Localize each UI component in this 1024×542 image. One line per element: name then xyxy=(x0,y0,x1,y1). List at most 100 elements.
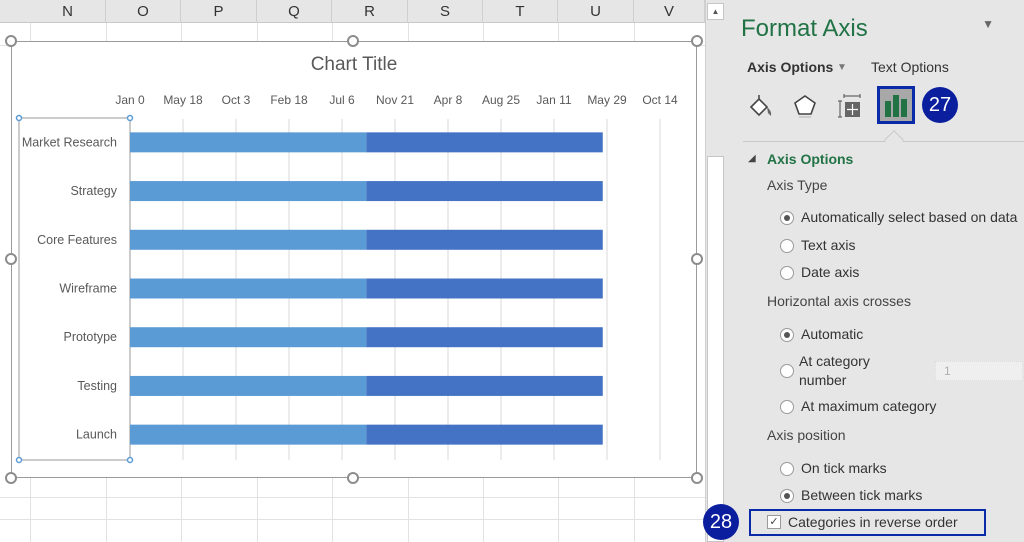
radio-label: Between tick marks xyxy=(801,487,923,503)
checkbox[interactable]: ✓ xyxy=(767,515,781,529)
size-properties-icon[interactable] xyxy=(832,88,868,124)
divider xyxy=(743,141,1024,142)
bar-series-2 xyxy=(366,181,603,202)
x-tick-label: Apr 8 xyxy=(434,93,463,107)
column-header-v[interactable]: V xyxy=(634,0,705,23)
bar-series-2 xyxy=(366,278,603,299)
radio-between-tick-marks[interactable]: Between tick marks xyxy=(780,487,922,503)
resize-handle[interactable] xyxy=(5,472,17,484)
effects-icon[interactable] xyxy=(787,88,823,124)
x-tick-label: Aug 25 xyxy=(482,93,520,107)
resize-handle[interactable] xyxy=(5,35,17,47)
category-label: Market Research xyxy=(22,135,117,149)
selected-tab-pointer xyxy=(884,130,904,150)
radio-label: On tick marks xyxy=(801,460,887,476)
gantt-chart[interactable]: Chart Title Jan 0 May 18 Oct 3 Feb 18 Jul 6N… xyxy=(11,41,697,478)
pane-title: Format Axis xyxy=(741,15,868,42)
x-tick-label: Nov 21 xyxy=(376,93,414,107)
radio-crosses-max-category[interactable]: At maximum category xyxy=(780,398,936,414)
radio-button[interactable] xyxy=(780,239,794,253)
spreadsheet-grid[interactable]: N O P Q R S T U V Chart Title Jan 0 May 1… xyxy=(0,0,705,542)
radio-label: Date axis xyxy=(801,264,860,280)
axis-selection-handle xyxy=(15,456,23,464)
radio-button[interactable] xyxy=(780,328,794,342)
step-badge: 28 xyxy=(703,504,739,540)
axis-selection-handle xyxy=(126,114,134,122)
bar-series-1 xyxy=(130,181,367,202)
bar-series-1 xyxy=(130,327,367,348)
column-header-p[interactable]: P xyxy=(181,0,257,23)
category-label: Strategy xyxy=(70,184,117,198)
resize-handle[interactable] xyxy=(5,253,17,265)
checkbox-categories-reverse-order[interactable]: ✓ Categories in reverse order xyxy=(767,514,958,530)
chevron-down-icon[interactable]: ▼ xyxy=(837,62,847,73)
pane-options-dropdown-icon[interactable]: ▼ xyxy=(982,17,994,31)
scrollbar-thumb[interactable] xyxy=(707,156,724,542)
axis-selection-handle xyxy=(15,114,23,122)
horizontal-axis-crosses-label: Horizontal axis crosses xyxy=(767,293,911,309)
vertical-scrollbar[interactable]: ▲ xyxy=(705,0,729,542)
x-tick-label: Feb 18 xyxy=(270,93,308,107)
grid-line xyxy=(0,519,705,520)
radio-auto-select[interactable]: Automatically select based on data xyxy=(780,209,1017,225)
category-label: Wireframe xyxy=(59,282,117,296)
bar-series-1 xyxy=(130,229,367,250)
scroll-up-arrow-icon[interactable]: ▲ xyxy=(707,3,724,20)
radio-label: Automatic xyxy=(801,326,864,342)
radio-label-line1: At category xyxy=(799,353,870,369)
category-label: Launch xyxy=(76,428,117,442)
section-title-axis-options[interactable]: Axis Options xyxy=(767,151,853,167)
resize-handle[interactable] xyxy=(347,472,359,484)
radio-date-axis[interactable]: Date axis xyxy=(780,264,859,280)
radio-button[interactable] xyxy=(780,489,794,503)
bar-series-1 xyxy=(130,424,367,445)
resize-handle[interactable] xyxy=(691,472,703,484)
collapse-triangle-icon[interactable]: ◢ xyxy=(748,153,756,164)
x-tick-label: Jul 6 xyxy=(329,93,355,107)
axis-type-label: Axis Type xyxy=(767,177,828,193)
radio-text-axis[interactable]: Text axis xyxy=(780,237,855,253)
column-header-o[interactable]: O xyxy=(106,0,181,23)
radio-button[interactable] xyxy=(780,211,794,225)
x-tick-label: May 18 xyxy=(163,93,203,107)
bar-series-1 xyxy=(130,375,367,396)
column-header-n[interactable]: N xyxy=(30,0,106,23)
radio-label-line2: number xyxy=(799,372,847,388)
tab-axis-options[interactable]: Axis Options xyxy=(747,59,833,75)
column-headers: N O P Q R S T U V xyxy=(0,0,705,23)
column-header-s[interactable]: S xyxy=(408,0,483,23)
x-tick-label: Oct 3 xyxy=(222,93,251,107)
x-tick-label: Oct 14 xyxy=(642,93,678,107)
axis-options-icon[interactable] xyxy=(877,86,915,124)
resize-handle[interactable] xyxy=(691,253,703,265)
bar-series-2 xyxy=(366,229,603,250)
tab-text-options[interactable]: Text Options xyxy=(871,59,949,75)
checkbox-label: Categories in reverse order xyxy=(788,514,958,530)
category-label: Prototype xyxy=(63,330,117,344)
bar-series-2 xyxy=(366,424,603,445)
radio-button[interactable] xyxy=(780,364,794,378)
column-header-t[interactable]: T xyxy=(483,0,558,23)
radio-button[interactable] xyxy=(780,400,794,414)
radio-button[interactable] xyxy=(780,462,794,476)
radio-on-tick-marks[interactable]: On tick marks xyxy=(780,460,887,476)
chart-plot: Jan 0 May 18 Oct 3 Feb 18 Jul 6 Nov 21 Apr 8 Au… xyxy=(15,93,678,464)
axis-position-label: Axis position xyxy=(767,427,846,443)
resize-handle[interactable] xyxy=(347,35,359,47)
fill-line-icon[interactable] xyxy=(743,88,779,124)
column-header-r[interactable]: R xyxy=(332,0,408,23)
radio-crosses-automatic[interactable]: Automatic xyxy=(780,326,863,342)
grid-line xyxy=(0,497,705,498)
format-axis-pane: Format Axis ▼ Axis Options ▼ Text Option… xyxy=(729,0,1024,542)
radio-crosses-category-number[interactable] xyxy=(780,362,801,378)
category-number-input[interactable]: 1 xyxy=(935,361,1023,381)
step-badge: 27 xyxy=(922,87,958,123)
column-header-u[interactable]: U xyxy=(558,0,634,23)
bar-series-2 xyxy=(366,327,603,348)
bar-series-1 xyxy=(130,132,367,153)
resize-handle[interactable] xyxy=(691,35,703,47)
radio-button[interactable] xyxy=(780,266,794,280)
column-header-q[interactable]: Q xyxy=(257,0,332,23)
axis-selection-handle xyxy=(126,456,134,464)
radio-label: Automatically select based on data xyxy=(801,209,1018,225)
